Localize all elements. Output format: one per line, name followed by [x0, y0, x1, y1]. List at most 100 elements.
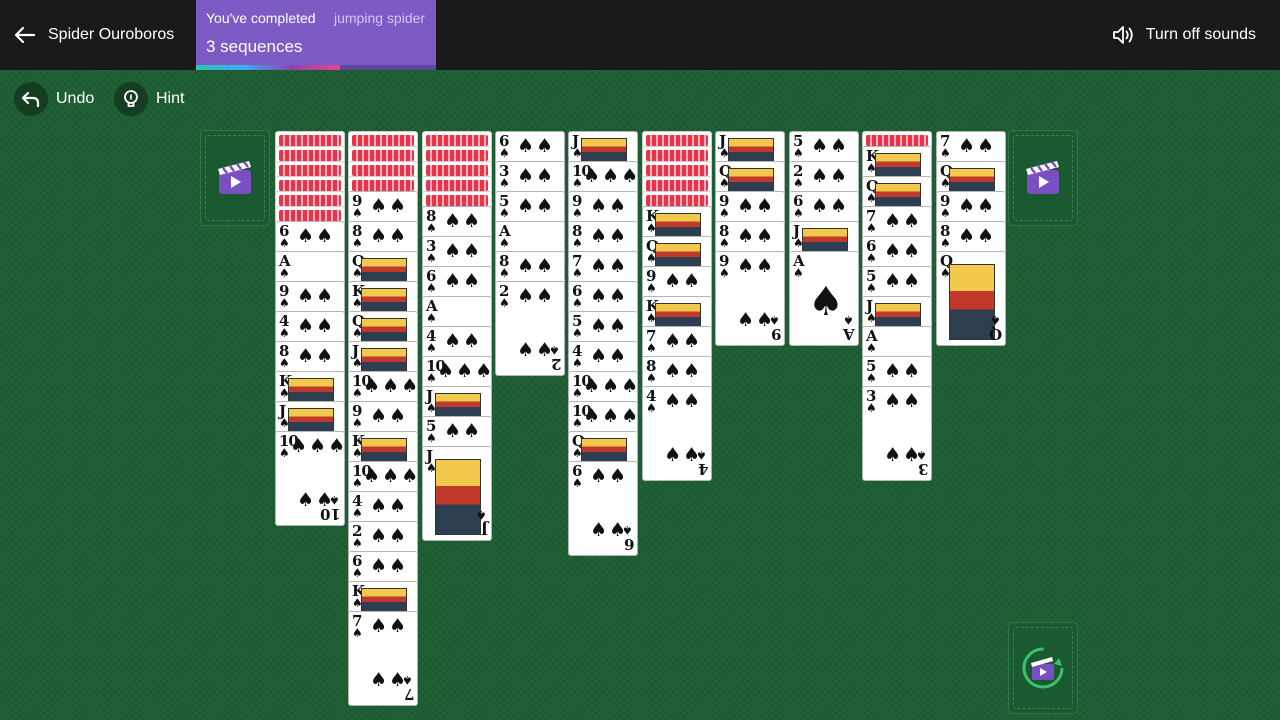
spade-suit-icon: ♠	[572, 236, 583, 250]
spade-suit-icon: ♠	[866, 221, 877, 235]
game-title: Spider Ouroboros	[48, 26, 175, 43]
stock-redeal-slot[interactable]	[1008, 622, 1078, 714]
spade-suit-icon: ♠	[426, 371, 437, 385]
undo-label: Undo	[56, 90, 95, 107]
card-rank-bottom: 6	[623, 535, 634, 553]
spade-suit-icon: ♠	[279, 356, 290, 370]
card-pips: ♠♠	[296, 285, 336, 307]
recycle-video-icon	[1022, 647, 1064, 689]
lightbulb-icon	[124, 90, 138, 107]
undo-button-circle	[14, 82, 48, 116]
spade-suit-icon: ♠	[426, 431, 437, 445]
card-face-up[interactable]: 9 ♠ ♠♠ ♠♠ 9 ♠	[715, 251, 785, 346]
card-pips: ♠♠♠	[583, 405, 638, 427]
card-pips: ♠♠	[443, 240, 483, 262]
spade-suit-icon: ♠	[990, 313, 1001, 327]
card-rank-bottom: J	[480, 520, 488, 538]
spade-suit-icon: ♠	[499, 146, 510, 160]
card-pips: ♠♠	[369, 555, 409, 577]
card-pips: ♠♠	[516, 165, 556, 187]
spade-suit-icon: ♠	[793, 146, 804, 160]
court-card-portrait	[435, 393, 481, 417]
card-pips: ♠♠	[369, 405, 409, 427]
card-rank-bottom: 2	[550, 355, 561, 373]
court-card-portrait	[949, 168, 995, 192]
card-rank-bottom: Q	[988, 325, 1002, 343]
card-face-up[interactable]: 3 ♠ ♠♠ ♠♠ 3 ♠	[862, 386, 932, 481]
card-pips: ♠♠	[957, 135, 997, 157]
card-rank-bottom: 9	[770, 325, 781, 343]
card-rank-bottom: A	[843, 325, 855, 343]
spade-suit-icon: ♠	[572, 266, 583, 280]
court-card-portrait	[802, 228, 848, 252]
court-card-portrait	[728, 138, 774, 162]
spade-suit-icon: ♠	[622, 523, 633, 537]
card-rank-bottom: 4	[697, 460, 708, 478]
card-pips: ♠♠	[369, 225, 409, 247]
card-face-up[interactable]: 10 ♠ ♠♠♠ ♠♠ 10 ♠	[275, 431, 345, 526]
spade-suit-icon: ♠	[572, 356, 583, 370]
right-video-slot[interactable]	[1008, 130, 1078, 226]
spade-suit-icon: ♠	[352, 536, 363, 550]
sound-toggle-button[interactable]: Turn off sounds	[1110, 20, 1256, 50]
card-pips: ♠♠	[443, 270, 483, 292]
hint-button-circle	[114, 82, 148, 116]
card-face-up[interactable]: 7 ♠ ♠♠ ♠♠ 7 ♠	[348, 611, 418, 706]
court-card-portrait	[361, 288, 407, 312]
card-pips: ♠♠	[369, 195, 409, 217]
card-pips: ♠♠	[957, 225, 997, 247]
spade-suit-icon: ♠	[866, 341, 877, 355]
card-pips: ♠♠	[663, 270, 703, 292]
spade-suit-icon: ♠	[646, 371, 657, 385]
court-card-portrait	[361, 438, 407, 462]
spade-suit-icon: ♠	[426, 281, 437, 295]
court-card-portrait	[435, 459, 481, 535]
spade-suit-icon: ♠	[572, 296, 583, 310]
spade-suit-icon: ♠	[940, 206, 951, 220]
spade-suit-icon: ♠	[916, 448, 927, 462]
spade-suit-icon: ♠	[476, 508, 487, 522]
progress-bar	[196, 65, 436, 70]
spade-suit-icon: ♠	[279, 296, 290, 310]
spade-suit-icon: ♠	[499, 296, 510, 310]
court-card-portrait	[581, 138, 627, 162]
spade-suit-icon: ♠	[352, 566, 363, 580]
arrow-left-icon	[14, 26, 36, 44]
card-face-up[interactable]: Q ♠ Q ♠	[936, 251, 1006, 346]
card-rank-bottom: 7	[403, 685, 414, 703]
undo-button[interactable]: Undo	[14, 82, 94, 116]
card-face-up[interactable]: 2 ♠ ♠♠ ♠♠ 2 ♠	[495, 281, 565, 376]
spade-suit-icon: ♠	[719, 206, 730, 220]
card-face-up[interactable]: 6 ♠ ♠♠ ♠♠ 6 ♠	[568, 461, 638, 556]
spade-suit-icon: ♠	[549, 343, 560, 357]
card-pips: ♠♠	[589, 195, 629, 217]
video-clapperboard-icon	[1026, 161, 1059, 194]
spade-suit-icon: ♠	[719, 266, 730, 280]
spade-suit-icon: ♠	[352, 236, 363, 250]
back-button[interactable]: Spider Ouroboros	[12, 20, 174, 50]
hint-button[interactable]: Hint	[114, 82, 184, 116]
spade-suit-icon: ♠	[499, 176, 510, 190]
court-card-portrait	[655, 303, 701, 327]
video-clapperboard-icon	[218, 161, 251, 194]
card-pips: ♠♠	[589, 345, 629, 367]
card-pips: ♠♠	[957, 195, 997, 217]
spade-suit-icon: ♠	[646, 341, 657, 355]
card-pips: ♠♠	[443, 210, 483, 232]
court-card-portrait	[655, 213, 701, 237]
card-face-up[interactable]: 4 ♠ ♠♠ ♠♠ 4 ♠	[642, 386, 712, 481]
hint-label: Hint	[156, 90, 185, 107]
court-card-portrait	[361, 588, 407, 612]
card-pips: ♠♠	[736, 225, 776, 247]
court-card-portrait	[875, 183, 921, 207]
court-card-portrait	[728, 168, 774, 192]
left-video-slot[interactable]	[200, 130, 270, 226]
card-face-up[interactable]: J ♠ J ♠	[422, 446, 492, 541]
spade-suit-icon: ♠	[402, 673, 413, 687]
card-pips: ♠♠	[589, 315, 629, 337]
card-pips: ♠♠	[443, 420, 483, 442]
spade-suit-icon: ♠	[279, 266, 290, 280]
card-pips: ♠♠	[883, 210, 923, 232]
card-pips: ♠♠♠	[290, 435, 345, 457]
card-face-up[interactable]: A ♠ ♠ A ♠	[789, 251, 859, 346]
